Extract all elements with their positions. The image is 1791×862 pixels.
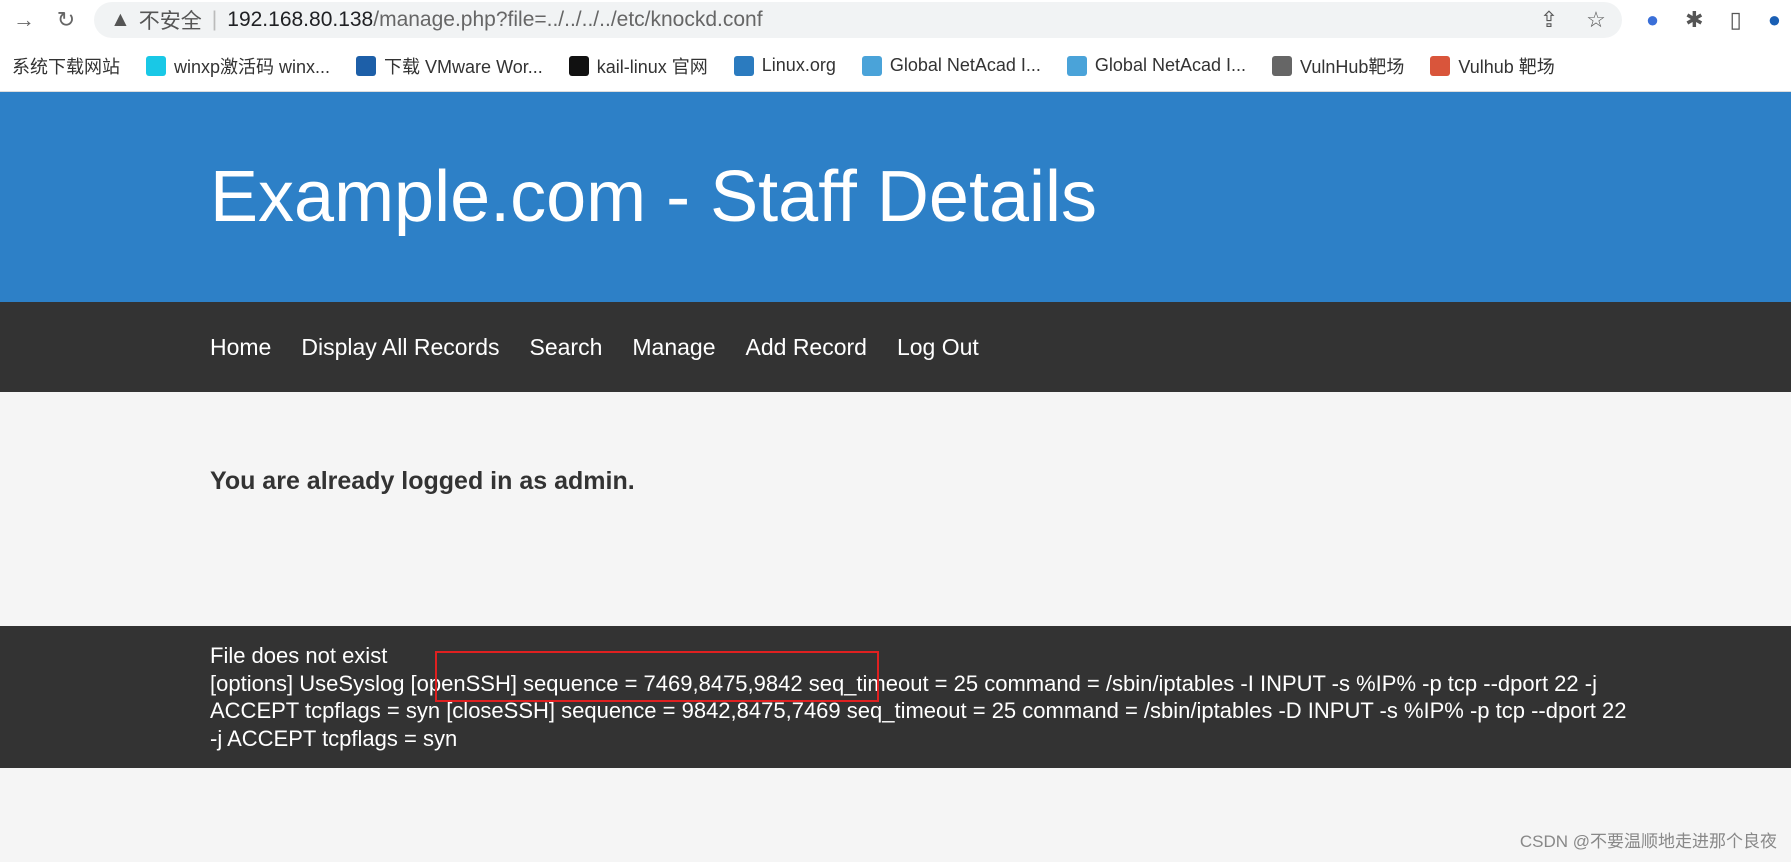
bookmark-label: winxp激活码 winx... — [174, 56, 331, 77]
bookmark-item[interactable]: Global NetAcad I... — [1066, 55, 1246, 76]
kali-dragon-icon — [568, 55, 589, 76]
file-contents-text: [options] UseSyslog [openSSH] sequence =… — [210, 670, 1627, 751]
forward-icon[interactable]: → — [10, 7, 38, 33]
divider: | — [211, 8, 218, 31]
bookmark-item[interactable]: Global NetAcad I... — [861, 55, 1041, 76]
profile-avatar[interactable]: ● — [1768, 7, 1781, 33]
nav-home[interactable]: Home — [210, 334, 271, 361]
bookmark-item[interactable]: kail-linux 官网 — [568, 53, 708, 79]
nav-manage[interactable]: Manage — [632, 334, 715, 361]
dd-icon — [146, 55, 166, 76]
browser-toolbar: → ↻ ▲ 不安全 | 192.168.80.138/manage.php?fi… — [0, 0, 1791, 40]
bookmark-label: Global NetAcad I... — [889, 55, 1041, 75]
main-nav: Home Display All Records Search Manage A… — [0, 302, 1791, 392]
vulhub-icon — [1430, 55, 1451, 76]
warning-icon: ▲ — [110, 8, 131, 31]
bookmark-label: 系统下载网站 — [12, 56, 120, 77]
linux-org-icon — [733, 55, 754, 76]
login-status-message: You are already logged in as admin. — [210, 467, 635, 495]
nav-search[interactable]: Search — [530, 334, 603, 361]
nav-add-record[interactable]: Add Record — [746, 334, 867, 361]
bookmark-label: 下载 VMware Wor... — [384, 56, 543, 77]
bookmark-label: Global NetAcad I... — [1094, 55, 1246, 75]
nav-display-all-records[interactable]: Display All Records — [301, 334, 499, 361]
bookmark-item[interactable]: VulnHub靶场 — [1272, 53, 1404, 79]
bookmark-item[interactable]: 下载 VMware Wor... — [356, 53, 543, 79]
address-bar[interactable]: ▲ 不安全 | 192.168.80.138/manage.php?file=.… — [94, 2, 1622, 38]
bookmark-item[interactable]: Linux.org — [733, 55, 836, 76]
nav-log-out[interactable]: Log Out — [897, 334, 979, 361]
bookmark-label: VulnHub靶场 — [1300, 56, 1405, 77]
bookmarks-bar: 系统下载网站 winxp激活码 winx... 下载 VMware Wor... ka… — [0, 40, 1791, 92]
page-title: Example.com - Staff Details — [210, 157, 1097, 237]
cisco-icon — [861, 55, 882, 76]
puzzle-extensions-icon[interactable]: ✱ — [1685, 7, 1703, 33]
site-header: Example.com - Staff Details — [0, 92, 1791, 302]
file-output-footer: File does not exist [options] UseSyslog … — [0, 626, 1791, 768]
bookmark-label: kail-linux 官网 — [596, 56, 708, 77]
highlight-annotation-box — [435, 651, 879, 702]
bookmark-label: Vulhub 靶场 — [1458, 56, 1555, 77]
bookmark-item[interactable]: 系统下载网站 — [12, 53, 120, 79]
security-label: 不安全 — [138, 10, 202, 33]
globe-extension-icon[interactable]: ● — [1646, 7, 1659, 33]
url-path: /manage.php?file=../../../../etc/knockd.… — [373, 8, 763, 31]
bookmark-label: Linux.org — [761, 55, 836, 75]
star-icon[interactable]: ☆ — [1586, 7, 1606, 33]
url-host: 192.168.80.138 — [227, 8, 374, 31]
share-icon[interactable]: ⇪ — [1540, 7, 1558, 33]
bookmark-item[interactable]: winxp激活码 winx... — [146, 53, 330, 79]
vulnhub-icon — [1272, 55, 1292, 76]
main-content: You are already logged in as admin. — [0, 392, 1791, 626]
bookmark-item[interactable]: Vulhub 靶场 — [1430, 53, 1555, 79]
cisco-icon — [1066, 55, 1087, 76]
vmware-icon — [356, 55, 377, 76]
reload-icon[interactable]: ↻ — [52, 7, 80, 33]
side-panel-icon[interactable]: ▯ — [1730, 7, 1742, 33]
watermark: CSDN @不要温顺地走进那个良夜 — [1519, 832, 1777, 851]
